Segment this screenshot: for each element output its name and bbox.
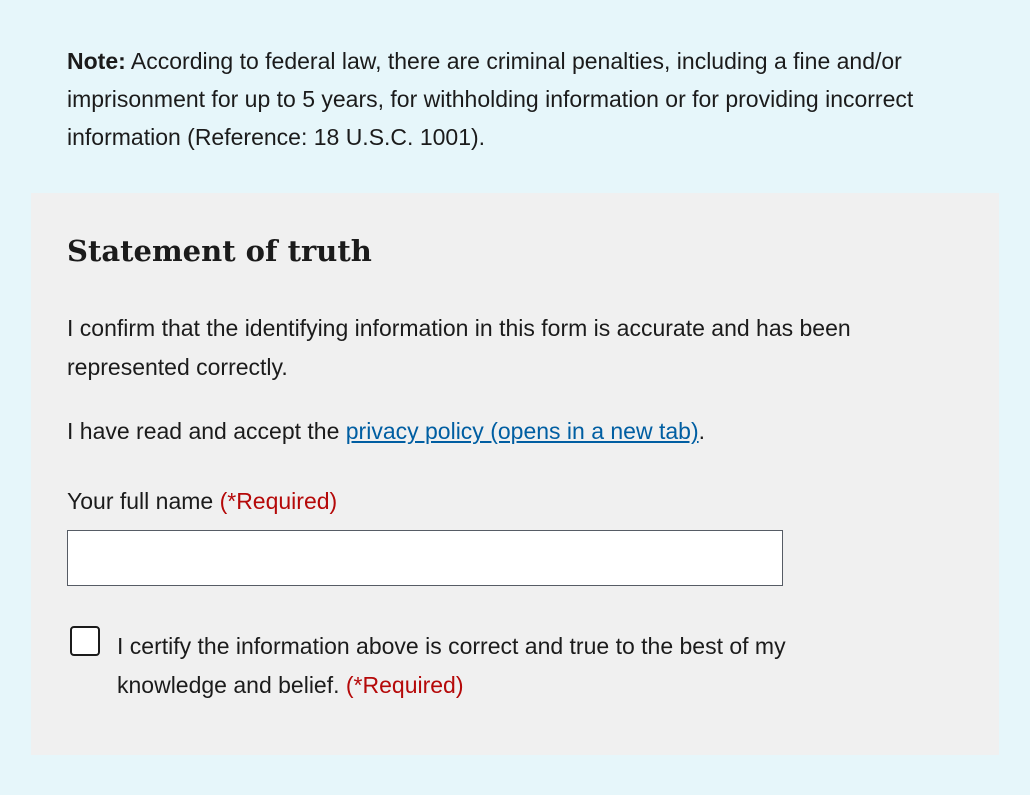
note-text: According to federal law, there are crim… xyxy=(67,48,914,150)
statement-title: Statement of truth xyxy=(67,234,372,268)
privacy-policy-link[interactable]: privacy policy (opens in a new tab) xyxy=(346,418,699,444)
confirm-text: I confirm that the identifying informati… xyxy=(67,315,851,380)
certify-checkbox[interactable] xyxy=(70,626,100,656)
certify-required-indicator: (*Required) xyxy=(345,672,464,698)
full-name-label: Your full name (*Required) xyxy=(67,482,337,521)
required-indicator: (*Required) xyxy=(219,488,338,514)
certify-label[interactable]: I certify the information above is corre… xyxy=(117,627,797,705)
privacy-prefix: I have read and accept the xyxy=(67,418,346,444)
legal-note: Note: According to federal law, there ar… xyxy=(67,42,967,156)
privacy-statement: I have read and accept the privacy polic… xyxy=(67,412,705,451)
full-name-label-text: Your full name xyxy=(67,488,220,514)
note-label: Note: xyxy=(67,48,126,74)
statement-of-truth-panel: Statement of truth I confirm that the id… xyxy=(31,193,999,755)
full-name-input[interactable] xyxy=(67,530,783,586)
privacy-suffix: . xyxy=(698,418,705,444)
